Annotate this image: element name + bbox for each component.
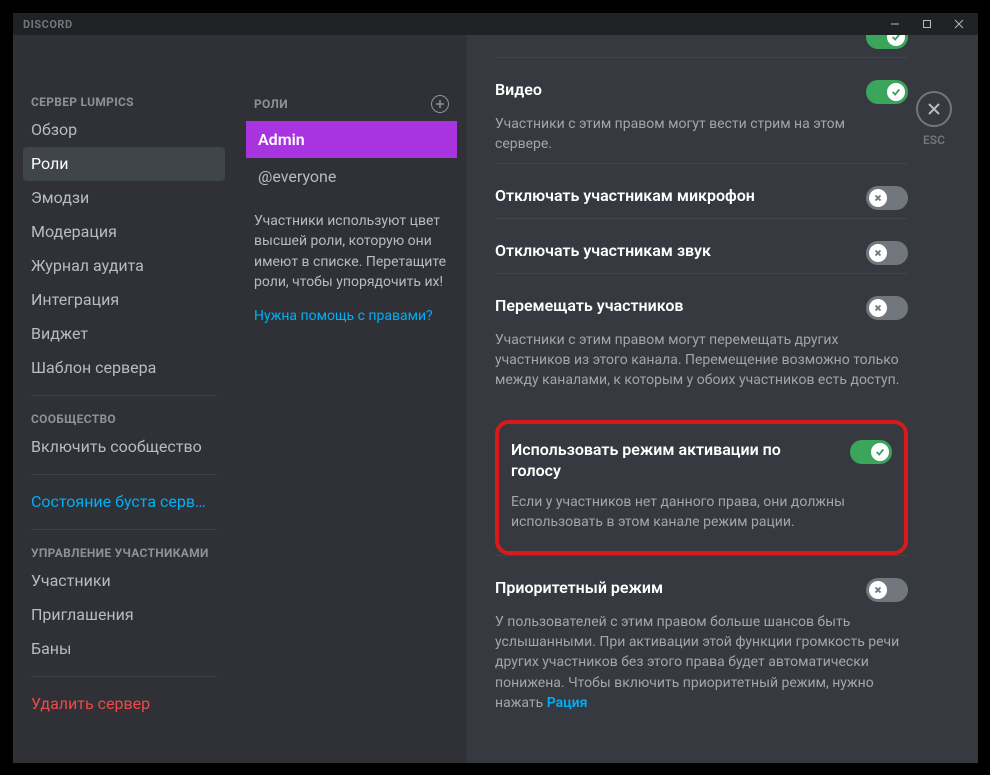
permission-toggle-move[interactable]	[866, 296, 908, 320]
permission-title-deafen: Отключать участникам звук	[495, 241, 850, 262]
sidebar-separator	[31, 676, 217, 677]
app-title: Discord	[23, 18, 73, 31]
permission-title-priority: Приоритетный режим	[495, 578, 850, 599]
permission-desc-priority-link[interactable]: Рация	[547, 695, 588, 711]
role-item-admin[interactable]: Admin	[246, 121, 457, 158]
sidebar-item-enable-community[interactable]: Включить сообщество	[23, 430, 225, 464]
permission-toggle-mute[interactable]	[866, 186, 908, 210]
permission-title-mute: Отключать участникам микрофон	[495, 186, 850, 207]
sidebar-item-members[interactable]: Участники	[23, 564, 225, 598]
permission-desc-video: Участники с этим правом могут вести стри…	[495, 114, 908, 155]
roles-column: РОЛИ Admin @everyone Участники использую…	[235, 35, 467, 763]
sidebar-separator	[31, 395, 217, 396]
permission-title-video: Видео	[495, 80, 850, 101]
sidebar-item-widget[interactable]: Виджет	[23, 317, 225, 351]
settings-sidebar: СЕРВЕР LUMPICS Обзор Роли Эмодзи Модерац…	[13, 35, 235, 763]
sidebar-item-moderation[interactable]: Модерация	[23, 215, 225, 249]
close-button[interactable]	[946, 14, 972, 34]
sidebar-item-integrations[interactable]: Интеграция	[23, 283, 225, 317]
highlight-box: Использовать режим активации по голосу Е…	[495, 420, 908, 554]
role-item-everyone[interactable]: @everyone	[246, 158, 457, 195]
sidebar-item-delete-server[interactable]: Удалить сервер	[23, 687, 225, 721]
titlebar: Discord	[13, 13, 978, 35]
esc-label: ESC	[923, 133, 945, 147]
roles-header: РОЛИ	[254, 97, 288, 111]
permission-toggle-video[interactable]	[866, 80, 908, 104]
permission-desc-vad: Если у участников нет данного права, они…	[511, 492, 892, 533]
sidebar-separator	[31, 474, 217, 475]
permission-toggle-deafen[interactable]	[866, 241, 908, 265]
maximize-button[interactable]	[914, 14, 940, 34]
sidebar-header-server: СЕРВЕР LUMPICS	[23, 89, 225, 113]
sidebar-item-invites[interactable]: Приглашения	[23, 598, 225, 632]
permission-toggle-cut[interactable]	[866, 35, 908, 49]
esc-close: ESC	[916, 91, 952, 147]
sidebar-item-boost-status[interactable]: Состояние буста серв…	[23, 485, 225, 519]
sidebar-item-template[interactable]: Шаблон сервера	[23, 351, 225, 385]
esc-close-button[interactable]	[916, 91, 952, 127]
sidebar-item-emoji[interactable]: Эмодзи	[23, 181, 225, 215]
sidebar-item-audit-log[interactable]: Журнал аудита	[23, 249, 225, 283]
roles-hint: Участники используют цвет высшей роли, к…	[246, 195, 457, 302]
sidebar-separator	[31, 529, 217, 530]
sidebar-header-community: СООБЩЕСТВО	[23, 406, 225, 430]
permission-toggle-priority[interactable]	[866, 578, 908, 602]
add-role-button[interactable]	[431, 95, 449, 113]
content: СЕРВЕР LUMPICS Обзор Роли Эмодзи Модерац…	[13, 35, 978, 763]
permission-toggle-vad[interactable]	[850, 440, 892, 464]
app-window: Discord СЕРВЕР LUMPICS Обзор Роли Эмодзи	[13, 13, 978, 763]
permission-desc-priority: У пользователей с этим правом больше шан…	[495, 612, 908, 713]
permission-title-move: Перемещать участников	[495, 296, 850, 317]
permissions-panel: . Видео Участники	[467, 35, 978, 763]
sidebar-item-roles[interactable]: Роли	[23, 147, 225, 181]
permission-desc-move: Участники с этим правом могут перемещать…	[495, 330, 908, 391]
sidebar-item-bans[interactable]: Баны	[23, 632, 225, 666]
sidebar-item-overview[interactable]: Обзор	[23, 113, 225, 147]
roles-help-link[interactable]: Нужна помощь с правами?	[246, 302, 457, 330]
permission-title-vad: Использовать режим активации по голосу	[511, 440, 834, 482]
sidebar-header-management: УПРАВЛЕНИЕ УЧАСТНИКАМИ	[23, 540, 225, 564]
window-controls	[882, 14, 972, 34]
minimize-button[interactable]	[882, 14, 908, 34]
